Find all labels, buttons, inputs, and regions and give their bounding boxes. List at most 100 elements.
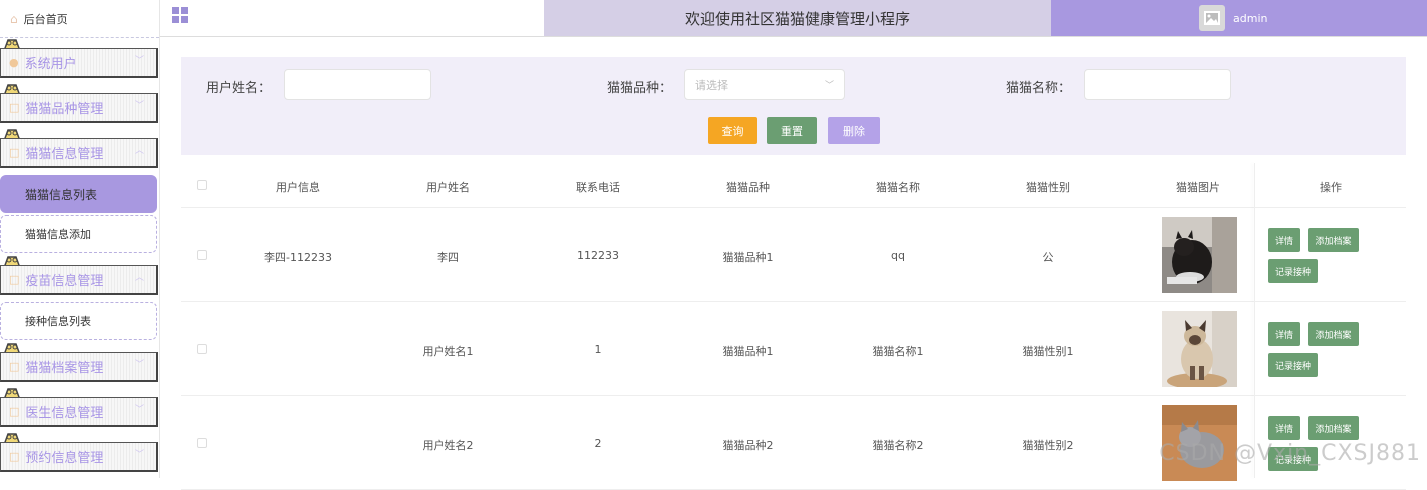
chevron-down-icon: ﹀	[135, 447, 144, 460]
group-label: 医生信息管理	[25, 402, 103, 421]
group-label: 猫猫品种管理	[25, 98, 103, 117]
sidebar: ⌂ 后台首页 ● 系统用户 ﹀ □ 猫猫品种管理 ﹀ □ 猫猫信息管理 ︿ 猫猫信息列表 猫…	[0, 0, 160, 478]
document-icon: □	[9, 405, 19, 418]
cell-breed: 猫猫品种2	[698, 437, 798, 453]
home-icon: ⌂	[10, 12, 18, 26]
sidebar-group-cat-archive[interactable]: □ 猫猫档案管理 ﹀	[0, 342, 159, 387]
document-icon: □	[9, 273, 19, 286]
sidebar-item-label: 猫猫信息添加	[25, 226, 91, 242]
cell-cat-name: qq	[848, 249, 948, 262]
column-header: 猫猫图片	[1148, 179, 1248, 195]
cell-user-name: 李四	[398, 249, 498, 265]
sidebar-group-appointment[interactable]: □ 预约信息管理 ﹀	[0, 432, 159, 477]
column-header: 猫猫名称	[848, 179, 948, 195]
column-header: 猫猫性别	[998, 179, 1098, 195]
sidebar-item-home[interactable]: ⌂ 后台首页	[0, 0, 159, 38]
sidebar-item-cat-info-list[interactable]: 猫猫信息列表	[0, 175, 157, 213]
sidebar-item-label: 后台首页	[24, 11, 68, 27]
group-label: 猫猫信息管理	[25, 143, 103, 162]
sidebar-group-system-users[interactable]: ● 系统用户 ﹀	[0, 38, 159, 83]
row-checkbox[interactable]	[197, 344, 207, 354]
record-vaccine-button[interactable]: 记录接种	[1268, 353, 1318, 377]
select-all-checkbox[interactable]	[197, 180, 207, 190]
cell-gender: 猫猫性别2	[998, 437, 1098, 453]
document-icon: □	[9, 146, 19, 159]
username-input[interactable]	[284, 69, 431, 100]
menu-toggle-icon[interactable]	[172, 7, 188, 23]
delete-button[interactable]: 删除	[828, 117, 880, 144]
cell-gender: 公	[998, 249, 1098, 265]
reset-button[interactable]: 重置	[767, 117, 817, 144]
column-header: 联系电话	[548, 179, 648, 195]
column-header: 猫猫品种	[698, 179, 798, 195]
watermark: CSDN @Vxin_CXSJ881	[1159, 441, 1421, 466]
detail-button[interactable]: 详情	[1268, 416, 1300, 440]
catname-label: 猫猫名称：	[1006, 77, 1071, 96]
table-row: 李四-112233 李四 112233 猫猫品种1 qq 公 详情 添加档案 记…	[181, 208, 1406, 302]
sidebar-item-label: 接种信息列表	[25, 313, 91, 329]
top-bar: 欢迎使用社区猫猫健康管理小程序 admin	[160, 0, 1427, 37]
fixed-column-divider	[1254, 163, 1255, 478]
table-row: 用户姓名1 1 猫猫品种1 猫猫名称1 猫猫性别1 详情 添加档案 记录接种	[181, 302, 1406, 396]
group-label: 系统用户	[25, 53, 77, 72]
sidebar-item-label: 猫猫信息列表	[25, 186, 97, 203]
chevron-up-icon: ︿	[135, 270, 144, 283]
username-label: 用户姓名：	[206, 77, 271, 96]
detail-button[interactable]: 详情	[1268, 322, 1300, 346]
cat-info-table: 用户信息 用户姓名 联系电话 猫猫品种 猫猫名称 猫猫性别 猫猫图片 操作 李四…	[181, 163, 1406, 478]
chevron-down-icon: ﹀	[135, 53, 144, 66]
sidebar-group-vaccine[interactable]: □ 疫苗信息管理 ︿	[0, 255, 159, 300]
group-label: 疫苗信息管理	[25, 270, 103, 289]
cell-user-info: 李四-112233	[248, 249, 348, 265]
user-menu[interactable]: admin	[1051, 0, 1427, 36]
document-icon: □	[9, 101, 19, 114]
cell-breed: 猫猫品种1	[698, 249, 798, 265]
cell-user-name: 用户姓名1	[398, 343, 498, 359]
breed-label: 猫猫品种：	[607, 77, 672, 96]
breed-select-placeholder: 请选择	[695, 77, 728, 93]
cell-breed: 猫猫品种1	[698, 343, 798, 359]
add-archive-button[interactable]: 添加档案	[1308, 416, 1359, 440]
cell-user-name: 用户姓名2	[398, 437, 498, 453]
detail-button[interactable]: 详情	[1268, 228, 1300, 252]
avatar-image-icon	[1199, 5, 1225, 31]
catname-input[interactable]	[1084, 69, 1231, 100]
chevron-down-icon: ﹀	[825, 78, 834, 91]
group-label: 猫猫档案管理	[25, 357, 103, 376]
chevron-down-icon: ﹀	[135, 357, 144, 370]
username: admin	[1233, 12, 1267, 25]
sidebar-item-vaccination-list[interactable]: 接种信息列表	[0, 302, 157, 340]
cell-phone: 112233	[548, 249, 648, 262]
record-vaccine-button[interactable]: 记录接种	[1268, 259, 1318, 283]
cell-phone: 1	[548, 343, 648, 356]
add-archive-button[interactable]: 添加档案	[1308, 322, 1359, 346]
user-icon: ●	[9, 56, 19, 69]
sidebar-group-cat-breed[interactable]: □ 猫猫品种管理 ﹀	[0, 83, 159, 128]
row-checkbox[interactable]	[197, 250, 207, 260]
sidebar-item-cat-info-add[interactable]: 猫猫信息添加	[0, 215, 157, 253]
document-icon: □	[9, 450, 19, 463]
group-label: 预约信息管理	[25, 447, 103, 466]
add-archive-button[interactable]: 添加档案	[1308, 228, 1359, 252]
search-panel: 用户姓名： 猫猫品种： 请选择 ﹀ 猫猫名称： 查询 重置 删除	[181, 57, 1406, 155]
row-checkbox[interactable]	[197, 438, 207, 448]
query-button[interactable]: 查询	[708, 117, 757, 144]
breed-select[interactable]: 请选择 ﹀	[684, 69, 845, 100]
document-icon: □	[9, 360, 19, 373]
sidebar-group-doctor[interactable]: □ 医生信息管理 ﹀	[0, 387, 159, 432]
cell-gender: 猫猫性别1	[998, 343, 1098, 359]
column-header: 操作	[1281, 179, 1381, 195]
cat-photo	[1162, 217, 1237, 293]
cat-photo	[1162, 311, 1237, 387]
chevron-down-icon: ﹀	[135, 402, 144, 415]
table-header: 用户信息 用户姓名 联系电话 猫猫品种 猫猫名称 猫猫性别 猫猫图片 操作	[181, 163, 1406, 208]
page-title: 欢迎使用社区猫猫健康管理小程序	[544, 0, 1051, 36]
cell-cat-name: 猫猫名称1	[848, 343, 948, 359]
chevron-up-icon: ︿	[135, 143, 144, 156]
column-header: 用户信息	[248, 179, 348, 195]
cell-cat-name: 猫猫名称2	[848, 437, 948, 453]
sidebar-group-cat-info[interactable]: □ 猫猫信息管理 ︿	[0, 128, 159, 173]
chevron-down-icon: ﹀	[135, 98, 144, 111]
column-header: 用户姓名	[398, 179, 498, 195]
cell-phone: 2	[548, 437, 648, 450]
